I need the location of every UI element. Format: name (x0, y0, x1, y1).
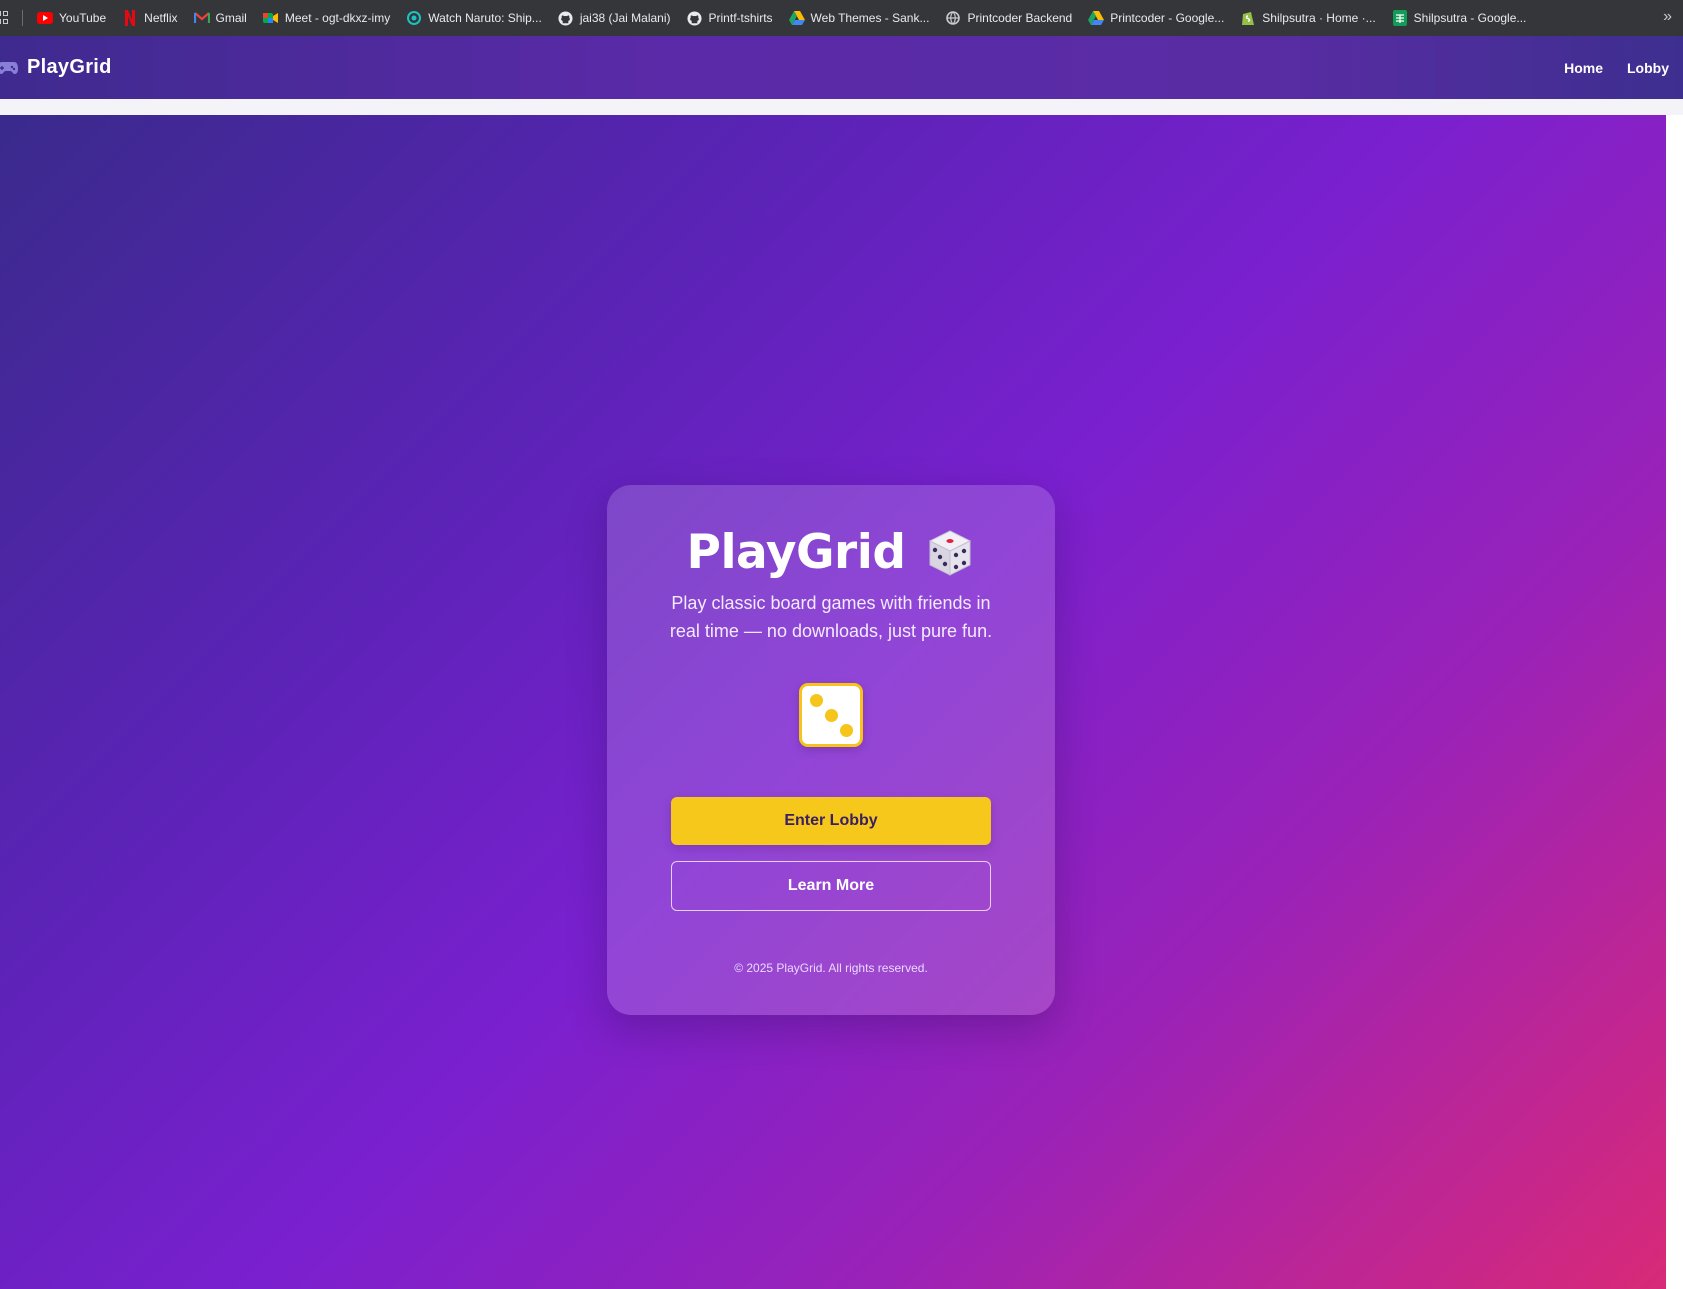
bookmark-github-jai38[interactable]: jai38 (Jai Malani) (558, 4, 679, 32)
die-face-three-icon (799, 683, 863, 747)
scrollbar-track[interactable] (1666, 115, 1683, 1289)
copyright-footer: © 2025 PlayGrid. All rights reserved. (734, 961, 928, 975)
bookmark-label: Printf-tshirts (708, 11, 773, 25)
bookmark-netflix[interactable]: Netflix (122, 4, 185, 32)
bookmark-web-themes[interactable]: Web Themes - Sank... (788, 4, 938, 32)
app-navbar: PlayGrid Home Lobby (0, 36, 1683, 99)
youtube-icon (37, 10, 53, 26)
brand-logo[interactable]: PlayGrid (0, 56, 112, 79)
bookmark-youtube[interactable]: YouTube (37, 4, 114, 32)
globe-icon (945, 10, 961, 26)
bookmark-shilpsutra-home[interactable]: Shilpsutra · Home ·... (1240, 4, 1383, 32)
google-drive-icon (788, 10, 805, 26)
bookmark-gmail[interactable]: Gmail (193, 4, 255, 32)
bookmark-label: jai38 (Jai Malani) (579, 11, 671, 25)
gamepad-icon (0, 58, 18, 78)
die-pip (825, 709, 838, 722)
github-icon (558, 10, 574, 26)
bookmark-label: Web Themes - Sank... (810, 11, 930, 25)
netflix-icon (122, 10, 138, 26)
bookmark-label: Printcoder - Google... (1110, 11, 1225, 25)
bookmark-github-printf[interactable]: Printf-tshirts (687, 4, 781, 32)
die-pip (840, 724, 853, 737)
github-icon (687, 10, 703, 26)
learn-more-button[interactable]: Learn More (671, 861, 991, 911)
bookmark-naruto[interactable]: Watch Naruto: Ship... (406, 4, 550, 32)
bookmark-label: Shilpsutra - Google... (1413, 11, 1527, 25)
gmail-icon (193, 10, 210, 26)
google-sheets-icon (1392, 10, 1408, 26)
bookmark-label: Netflix (144, 11, 178, 25)
google-drive-icon (1088, 10, 1105, 26)
shopify-icon (1240, 10, 1256, 26)
bookmarks-separator (22, 10, 23, 26)
bookmark-meet[interactable]: Meet - ogt-dkxz-imy (262, 4, 398, 32)
nav-link-lobby[interactable]: Lobby (1627, 60, 1669, 76)
bookmark-label: Meet - ogt-dkxz-imy (284, 11, 391, 25)
bookmark-label: YouTube (59, 11, 107, 25)
bookmark-label: Printcoder Backend (967, 11, 1073, 25)
welcome-card: PlayGrid Play classic board games with f… (607, 485, 1055, 1015)
bookmarks-bar: YouTube Netflix Gmail Meet - ogt-dkxz-im… (0, 0, 1683, 36)
bookmark-printcoder-backend[interactable]: Printcoder Backend (945, 4, 1080, 32)
streaming-site-icon (406, 10, 422, 26)
google-meet-icon (262, 10, 279, 26)
enter-lobby-button[interactable]: Enter Lobby (671, 797, 991, 845)
page-top-strip (0, 99, 1683, 115)
die-pip (810, 694, 823, 707)
nav-links: Home Lobby (1540, 36, 1669, 99)
bookmark-printcoder-drive[interactable]: Printcoder - Google... (1088, 4, 1232, 32)
brand-name: PlayGrid (27, 56, 112, 78)
card-title: PlayGrid (607, 525, 1055, 580)
bookmark-label: Watch Naruto: Ship... (428, 11, 542, 25)
bookmark-label: Gmail (215, 11, 247, 25)
chevron-double-right-icon[interactable]: » (1663, 8, 1672, 26)
bookmark-label: Shilpsutra · Home ·... (1262, 11, 1376, 25)
apps-grid-icon[interactable] (0, 11, 10, 25)
nav-link-home[interactable]: Home (1564, 60, 1603, 76)
bookmark-shilpsutra-sheets[interactable]: Shilpsutra - Google... (1392, 4, 1535, 32)
card-subtitle: Play classic board games with friends in… (669, 593, 993, 641)
card-title-text: PlayGrid (686, 525, 906, 580)
game-die-icon (925, 528, 975, 578)
